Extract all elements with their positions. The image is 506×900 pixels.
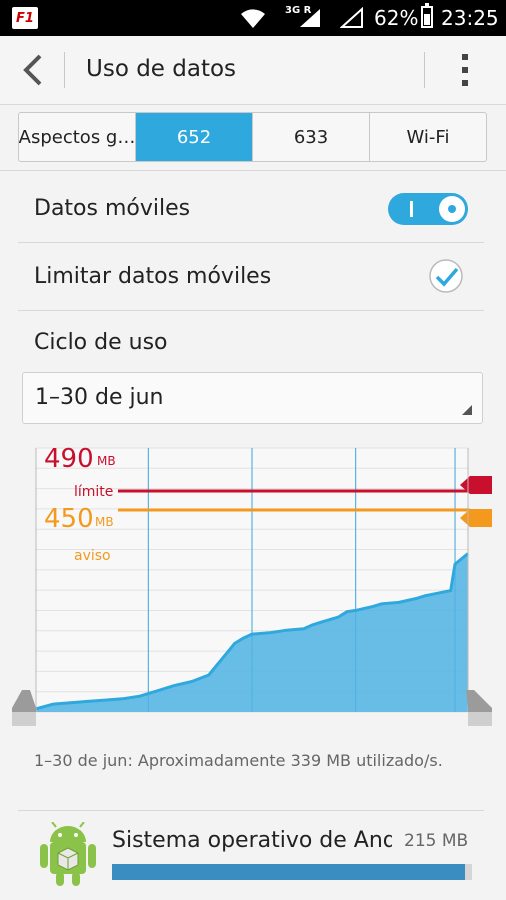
limit-label: límite bbox=[74, 484, 113, 500]
tab-sim-652[interactable]: 652 bbox=[135, 113, 252, 161]
action-bar-divider bbox=[424, 52, 425, 88]
cycle-start-handle[interactable] bbox=[12, 690, 36, 712]
overflow-menu-icon[interactable] bbox=[458, 54, 472, 86]
row-divider bbox=[18, 310, 484, 311]
f1-app-icon-text: F1 bbox=[16, 10, 34, 26]
signal-icon bbox=[300, 9, 320, 27]
signal-empty-icon bbox=[340, 7, 363, 28]
limit-mobile-data-label: Limitar datos móviles bbox=[34, 264, 272, 289]
mobile-data-label: Datos móviles bbox=[34, 196, 191, 221]
warning-unit: MB bbox=[95, 515, 114, 529]
usage-cycle-dropdown[interactable]: 1–30 de jun bbox=[22, 372, 483, 424]
android-robot-icon[interactable] bbox=[38, 822, 98, 888]
data-usage-chart: 490 MB límite 450 MB aviso bbox=[12, 444, 492, 726]
status-bar: F1 3G R 62% 23:25 bbox=[0, 0, 506, 36]
sim-tabs: Aspectos g… 652 633 Wi-Fi bbox=[18, 112, 487, 162]
battery-icon bbox=[421, 3, 433, 28]
tab-wifi[interactable]: Wi-Fi bbox=[369, 113, 486, 161]
warning-value: 450 bbox=[44, 504, 94, 534]
app-name[interactable]: Sistema operativo de Android bbox=[112, 828, 392, 853]
action-bar-divider bbox=[64, 52, 65, 88]
cycle-end-handle[interactable] bbox=[466, 690, 492, 712]
action-bar: Uso de datos bbox=[0, 36, 506, 105]
row-divider bbox=[18, 810, 484, 811]
app-data-size: 215 MB bbox=[404, 831, 469, 851]
tab-overview[interactable]: Aspectos g… bbox=[19, 113, 135, 161]
limit-value: 490 bbox=[44, 444, 94, 474]
row-divider bbox=[18, 242, 484, 243]
usage-summary: 1–30 de jun: Aproximadamente 339 MB util… bbox=[34, 751, 443, 770]
f1-app-icon: F1 bbox=[12, 7, 38, 29]
limit-checkbox[interactable] bbox=[428, 258, 464, 294]
mobile-data-toggle[interactable] bbox=[388, 193, 468, 225]
wifi-icon bbox=[241, 9, 265, 28]
limit-unit: MB bbox=[97, 454, 116, 468]
page-title: Uso de datos bbox=[86, 56, 237, 82]
tabs-divider bbox=[0, 170, 506, 171]
app-usage-bar bbox=[112, 864, 472, 880]
back-arrow-icon[interactable] bbox=[16, 52, 50, 88]
clock: 23:25 bbox=[441, 6, 499, 30]
usage-cycle-value: 1–30 de jun bbox=[35, 385, 164, 410]
dropdown-caret-icon bbox=[462, 405, 472, 415]
tab-sim-633[interactable]: 633 bbox=[252, 113, 369, 161]
warning-label: aviso bbox=[74, 548, 111, 564]
usage-cycle-label: Ciclo de uso bbox=[34, 330, 168, 355]
battery-percent: 62% bbox=[374, 6, 419, 30]
